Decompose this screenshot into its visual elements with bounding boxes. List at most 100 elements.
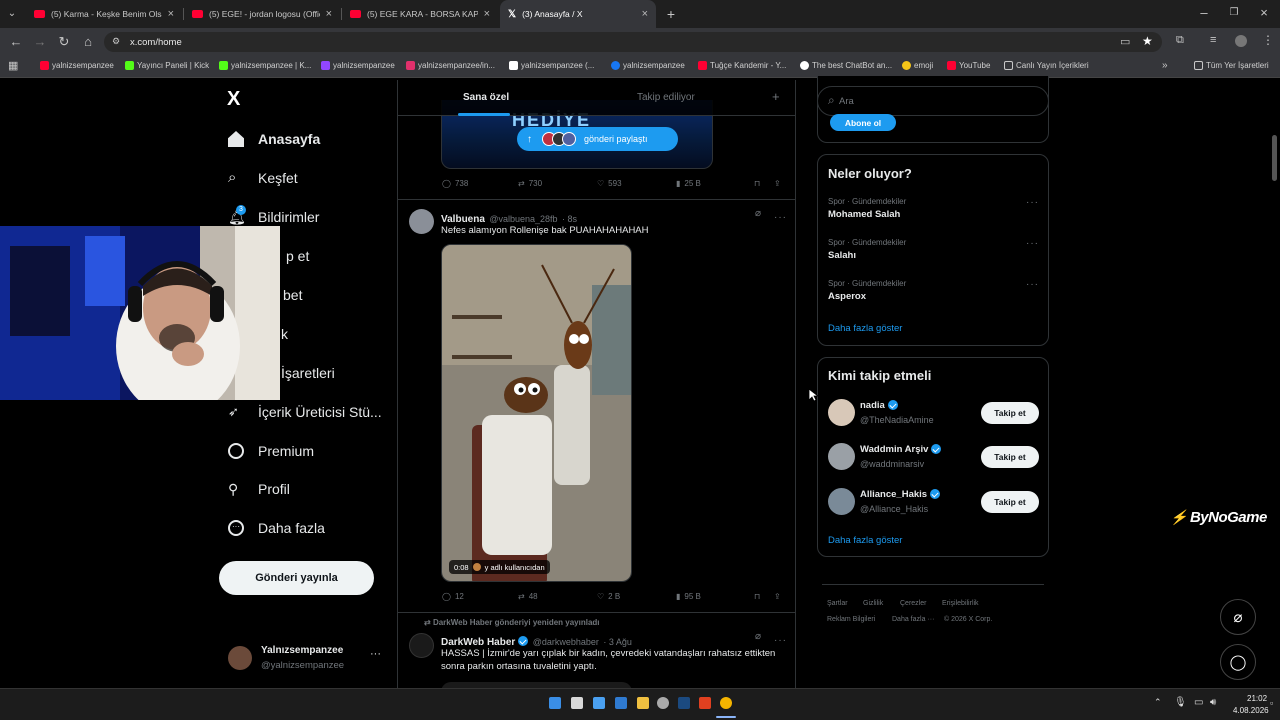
more-icon[interactable]: ··· bbox=[1026, 197, 1039, 208]
bookmark-item[interactable]: Yayıncı Paneli | Kick bbox=[125, 61, 209, 70]
like-button[interactable]: ♡ 593 bbox=[597, 179, 622, 188]
more-bookmarks-icon[interactable]: » bbox=[1162, 60, 1168, 71]
browser-tab-active[interactable]: 𝕏 (3) Anasayfa / X × bbox=[500, 0, 656, 28]
avatar[interactable] bbox=[409, 209, 434, 234]
footer-link[interactable]: Reklam Bilgileri bbox=[827, 616, 875, 623]
shared-post-pill[interactable]: ↑ gönderi paylaştı bbox=[517, 127, 678, 151]
post-author-handle[interactable]: @valbuena_28fb bbox=[489, 214, 557, 224]
reply-button[interactable]: ◯ 738 bbox=[442, 179, 468, 188]
reload-icon[interactable]: ↻ bbox=[56, 34, 72, 50]
obs-icon[interactable] bbox=[657, 697, 669, 709]
nav-chat[interactable]: bet bbox=[283, 287, 302, 303]
network-icon[interactable]: ▭ bbox=[1194, 697, 1203, 708]
extensions-icon[interactable]: ⧉ bbox=[1176, 34, 1184, 47]
close-icon[interactable]: × bbox=[484, 8, 490, 20]
task-view-icon[interactable] bbox=[571, 697, 583, 709]
more-icon[interactable]: ··· bbox=[774, 207, 787, 225]
messages-floating-button[interactable]: ◯ bbox=[1220, 644, 1256, 680]
page-scrollbar[interactable] bbox=[1272, 135, 1277, 181]
footer-link[interactable]: Şartlar bbox=[827, 600, 848, 607]
bookmark-folder[interactable]: Canlı Yayın İçerikleri bbox=[1004, 61, 1089, 70]
footer-link[interactable]: Gizlilik bbox=[863, 600, 883, 607]
bookmark-button[interactable]: ⊓ bbox=[754, 179, 760, 188]
post[interactable]: Valbuena @valbuena_28fb · 8s ⌀ ··· Nefes… bbox=[398, 200, 795, 612]
bookmark-star-icon[interactable]: ★ bbox=[1142, 34, 1153, 48]
forward-icon[interactable]: → bbox=[32, 34, 48, 50]
bookmark-item[interactable]: Tuğçe Kandemir - Y... bbox=[698, 61, 786, 70]
widgets-icon[interactable] bbox=[593, 697, 605, 709]
site-info-icon[interactable]: ⚙ bbox=[112, 36, 120, 47]
trend-item[interactable]: Spor · Gündemdekiler Salahı ··· bbox=[828, 238, 1040, 261]
tab-search-icon[interactable]: ⌄ bbox=[4, 6, 20, 22]
close-icon[interactable]: × bbox=[642, 8, 648, 20]
volume-icon[interactable]: 🔊︎ bbox=[1210, 697, 1216, 708]
minimize-icon[interactable]: – bbox=[1196, 5, 1212, 21]
clock-time[interactable]: 21:02 bbox=[1247, 694, 1267, 703]
bookmark-item[interactable]: The best ChatBot an... bbox=[800, 61, 892, 70]
all-bookmarks-folder[interactable]: Tüm Yer İşaretleri bbox=[1194, 61, 1269, 70]
follow-suggestion[interactable]: Waddmin Arşiv @waddminarsiv Takip et bbox=[828, 442, 1040, 472]
nav-home[interactable]: Anasayfa bbox=[228, 131, 320, 147]
post-time[interactable]: · 8s bbox=[562, 214, 577, 224]
menu-icon[interactable]: ⋮ bbox=[1262, 33, 1274, 47]
steam-icon[interactable] bbox=[678, 697, 690, 709]
add-feed-icon[interactable]: + bbox=[772, 89, 780, 104]
profile-avatar-icon[interactable] bbox=[1235, 35, 1247, 47]
show-more-link[interactable]: Daha fazla göster bbox=[828, 323, 902, 334]
avatar[interactable] bbox=[409, 633, 434, 658]
notification-center-icon[interactable]: ▫ bbox=[1270, 698, 1273, 708]
chrome-icon[interactable] bbox=[720, 697, 732, 709]
bookmark-item[interactable]: emoji bbox=[902, 61, 933, 70]
microphone-icon[interactable]: 🎙︎ bbox=[1174, 697, 1187, 708]
x-logo-icon[interactable]: X bbox=[227, 88, 240, 111]
address-bar[interactable] bbox=[104, 32, 1162, 52]
nav-profile[interactable]: ⚲ Profil bbox=[228, 481, 290, 497]
file-explorer-icon[interactable] bbox=[637, 697, 649, 709]
clock-date[interactable]: 4.08.2026 bbox=[1233, 706, 1269, 715]
show-more-link[interactable]: Daha fazla göster bbox=[828, 535, 902, 546]
media-icon[interactable]: ≡ bbox=[1210, 34, 1216, 46]
trend-item[interactable]: Spor · Gündemdekiler Mohamed Salah ··· bbox=[828, 197, 1040, 220]
more-icon[interactable]: ··· bbox=[1026, 238, 1039, 249]
cast-icon[interactable]: ▭ bbox=[1120, 35, 1130, 48]
more-icon[interactable]: ··· bbox=[1026, 279, 1039, 290]
follow-button[interactable]: Takip et bbox=[981, 446, 1039, 468]
more-icon[interactable]: ··· bbox=[370, 648, 381, 660]
grok-floating-button[interactable]: ⌀ bbox=[1220, 599, 1256, 635]
follow-suggestion[interactable]: Alliance_Hakis @Alliance_Hakis Takip et bbox=[828, 487, 1040, 517]
share-button[interactable]: ⇪ bbox=[774, 592, 781, 601]
bookmark-item[interactable]: YouTube bbox=[947, 61, 990, 70]
apps-grid-icon[interactable]: ▦ bbox=[8, 59, 18, 72]
nav-bookmarks[interactable]: İşaretleri bbox=[281, 365, 335, 381]
tab-for-you[interactable]: Sana özel bbox=[463, 92, 509, 103]
footer-link[interactable]: Çerezler bbox=[900, 600, 926, 607]
repost-context-label[interactable]: DarkWeb Haber gönderiyi yeniden yayınlad… bbox=[433, 618, 600, 627]
nav-creator-studio[interactable]: ➶ İçerik Üreticisi Stü... bbox=[228, 404, 382, 420]
footer-link[interactable]: Daha fazla ··· bbox=[892, 616, 934, 623]
tab-following[interactable]: Takip ediliyor bbox=[637, 92, 695, 103]
back-icon[interactable]: ← bbox=[8, 34, 24, 50]
footer-link[interactable]: Erişilebilirlik bbox=[942, 600, 979, 607]
nav-more[interactable]: ··· Daha fazla bbox=[228, 520, 325, 536]
repost-button[interactable]: ⇄ 730 bbox=[518, 179, 542, 188]
more-icon[interactable]: ··· bbox=[774, 630, 787, 648]
bookmark-item[interactable]: yalnizsempanzee bbox=[321, 61, 395, 70]
views-button[interactable]: ▮ 25 B bbox=[676, 179, 701, 188]
post[interactable]: ⇄ DarkWeb Haber gönderiyi yeniden yayınl… bbox=[398, 613, 795, 688]
browser-tab[interactable]: (5) EGE! - jordan logosu (Offici × bbox=[184, 0, 340, 28]
repost-button[interactable]: ⇄ 48 bbox=[518, 592, 538, 601]
windows-start-icon[interactable] bbox=[549, 697, 561, 709]
new-tab-button[interactable]: + bbox=[663, 6, 679, 22]
bookmark-item[interactable]: yalnizsempanzee/in... bbox=[406, 61, 495, 70]
follow-button[interactable]: Takip et bbox=[981, 402, 1039, 424]
window-close-icon[interactable]: × bbox=[1256, 5, 1272, 21]
bookmark-item[interactable]: yalnizsempanzee | K... bbox=[219, 61, 311, 70]
share-button[interactable]: ⇪ bbox=[774, 179, 781, 188]
post-button[interactable]: Gönderi yayınla bbox=[219, 561, 374, 595]
home-icon[interactable]: ⌂ bbox=[80, 34, 96, 50]
follow-button[interactable]: Takip et bbox=[981, 491, 1039, 513]
bookmark-item[interactable]: yalnizsempanzee bbox=[40, 61, 114, 70]
grok-icon[interactable]: ⌀ bbox=[755, 208, 761, 219]
bookmark-item[interactable]: yalnizsempanzee bbox=[611, 61, 685, 70]
nav-explore[interactable]: ⌕ Keşfet bbox=[228, 170, 298, 187]
